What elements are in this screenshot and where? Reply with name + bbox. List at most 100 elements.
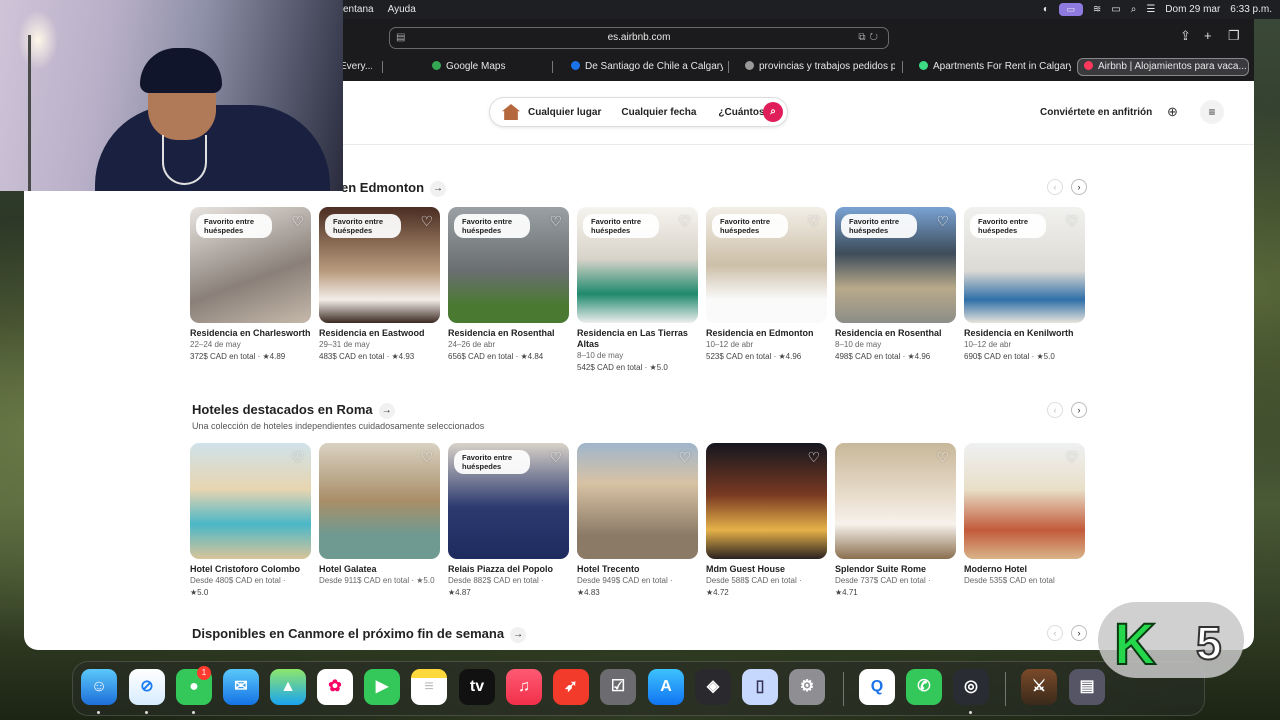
- control-center-icon[interactable]: ☰: [1146, 4, 1155, 15]
- listing-photo[interactable]: Favorito entre huéspedes ♡: [319, 207, 440, 323]
- davinci-icon[interactable]: ◈: [695, 669, 731, 705]
- appstore-icon[interactable]: A: [648, 669, 684, 705]
- search-any-date[interactable]: Cualquier fecha: [621, 107, 696, 118]
- prev-icon[interactable]: ‹: [1047, 625, 1063, 641]
- section-edmonton-title[interactable]: en Edmonton →: [341, 180, 447, 197]
- address-bar[interactable]: ▤ es.airbnb.com ⧉↻: [389, 27, 889, 49]
- simulator-icon[interactable]: ▯: [742, 669, 778, 705]
- search-bar[interactable]: Cualquier lugar Cualquier fecha ¿Cuántos…: [489, 97, 788, 127]
- wifi-icon[interactable]: ≋: [1093, 4, 1101, 15]
- prev-icon[interactable]: ‹: [1047, 402, 1063, 418]
- control-icon[interactable]: ◐: [1043, 4, 1049, 15]
- heart-icon[interactable]: ♡: [291, 213, 304, 230]
- url-text[interactable]: es.airbnb.com: [608, 32, 671, 43]
- share-icon[interactable]: ⇪: [1180, 28, 1191, 44]
- listing-photo[interactable]: ♡: [706, 443, 827, 559]
- listing-photo[interactable]: Favorito entre huéspedes ♡: [190, 207, 311, 323]
- search-icon[interactable]: ⌕: [763, 102, 783, 122]
- preferences-icon[interactable]: ☑: [600, 669, 636, 705]
- listing-card[interactable]: Favorito entre huéspedes ♡ Residencia en R…: [448, 207, 569, 363]
- maps-icon[interactable]: ▲: [270, 669, 306, 705]
- prev-icon[interactable]: ‹: [1047, 179, 1063, 195]
- tab-santiago-calgary[interactable]: De Santiago de Chile a Calgary |...: [571, 57, 723, 77]
- listing-photo[interactable]: ♡: [964, 443, 1085, 559]
- listing-photo[interactable]: Favorito entre huéspedes ♡: [448, 443, 569, 559]
- become-host-link[interactable]: Conviértete en anfitrión: [1040, 107, 1152, 118]
- mail-icon[interactable]: ✉: [223, 669, 259, 705]
- photos-icon[interactable]: ✿: [317, 669, 353, 705]
- listing-card[interactable]: ♡ Moderno Hotel Desde 535$ CAD en total: [964, 443, 1085, 587]
- heart-icon[interactable]: ♡: [678, 213, 691, 230]
- arrow-right-icon[interactable]: →: [430, 181, 447, 197]
- heart-icon[interactable]: ♡: [549, 213, 562, 230]
- listing-photo[interactable]: ♡: [577, 443, 698, 559]
- globe-icon[interactable]: ⊕: [1167, 104, 1178, 120]
- next-icon[interactable]: ›: [1071, 179, 1087, 195]
- tab-apartments[interactable]: Apartments For Rent in Calgary,...: [919, 57, 1071, 77]
- listing-card[interactable]: Favorito entre huéspedes ♡ Residencia en R…: [835, 207, 956, 363]
- heart-icon[interactable]: ♡: [936, 213, 949, 230]
- site-settings-icon[interactable]: ▤: [396, 28, 405, 48]
- heart-icon[interactable]: ♡: [549, 449, 562, 466]
- heart-icon[interactable]: ♡: [807, 449, 820, 466]
- search-anywhere[interactable]: Cualquier lugar: [528, 107, 601, 118]
- heart-icon[interactable]: ♡: [291, 449, 304, 466]
- quick-assist-icon[interactable]: Q: [859, 669, 895, 705]
- notes-icon[interactable]: ≡: [411, 669, 447, 705]
- listing-card[interactable]: ♡ Splendor Suite Rome Desde 737$ CAD en to…: [835, 443, 956, 599]
- next-icon[interactable]: ›: [1071, 402, 1087, 418]
- menu-item-ventana[interactable]: entana: [343, 4, 374, 15]
- phone-icon[interactable]: ✆: [906, 669, 942, 705]
- document-icon[interactable]: ▤: [1069, 669, 1105, 705]
- obs-icon[interactable]: ◎: [953, 669, 989, 705]
- listing-photo[interactable]: Favorito entre huéspedes ♡: [448, 207, 569, 323]
- listing-photo[interactable]: Favorito entre huéspedes ♡: [964, 207, 1085, 323]
- safari-icon[interactable]: ⊘: [129, 669, 165, 705]
- listing-photo[interactable]: ♡: [835, 443, 956, 559]
- reload-icon[interactable]: ⧉↻: [858, 28, 882, 48]
- listing-card[interactable]: Favorito entre huéspedes ♡ Residencia en E…: [319, 207, 440, 363]
- tab-airbnb[interactable]: Airbnb | Alojamientos para vaca...: [1077, 58, 1249, 76]
- heart-icon[interactable]: ♡: [420, 213, 433, 230]
- listing-card[interactable]: Favorito entre huéspedes ♡ Residencia en K…: [964, 207, 1085, 363]
- date-label[interactable]: Dom 29 mar: [1165, 4, 1220, 15]
- tab-every[interactable]: Every...: [340, 57, 372, 77]
- tab-provincias[interactable]: provincias y trabajos pedidos p...: [745, 57, 895, 77]
- heart-icon[interactable]: ♡: [807, 213, 820, 230]
- listing-card[interactable]: ♡ Hotel Cristoforo Colombo Desde 480$ CAD …: [190, 443, 311, 599]
- appletv-icon[interactable]: tv: [459, 669, 495, 705]
- facetime-icon[interactable]: ▶: [364, 669, 400, 705]
- screen-icon[interactable]: ▭: [1058, 3, 1083, 16]
- system-settings-icon[interactable]: ⚙: [789, 669, 825, 705]
- music-icon[interactable]: ♫: [506, 669, 542, 705]
- next-icon[interactable]: ›: [1071, 625, 1087, 641]
- heart-icon[interactable]: ♡: [1065, 449, 1078, 466]
- arrow-right-icon[interactable]: →: [378, 403, 395, 419]
- tab-overview-icon[interactable]: ❐: [1228, 28, 1240, 44]
- heart-icon[interactable]: ♡: [1065, 213, 1078, 230]
- listing-card[interactable]: Favorito entre huéspedes ♡ Residencia en L…: [577, 207, 698, 374]
- listing-photo[interactable]: ♡: [319, 443, 440, 559]
- heart-icon[interactable]: ♡: [678, 449, 691, 466]
- finder-icon[interactable]: ☺: [81, 669, 117, 705]
- time-label[interactable]: 6:33 p.m.: [1230, 4, 1272, 15]
- battery-icon[interactable]: ▭: [1111, 4, 1120, 15]
- age-of-empires-icon[interactable]: ⚔: [1021, 669, 1057, 705]
- arrow-right-icon[interactable]: →: [510, 627, 527, 643]
- heart-icon[interactable]: ♡: [420, 449, 433, 466]
- launchpad-icon[interactable]: ➶: [553, 669, 589, 705]
- menu-icon[interactable]: ≡: [1200, 100, 1224, 124]
- listing-photo[interactable]: Favorito entre huéspedes ♡: [835, 207, 956, 323]
- listing-card[interactable]: ♡ Hotel Trecento Desde 949$ CAD en total ·…: [577, 443, 698, 599]
- listing-card[interactable]: ♡ Mdm Guest House Desde 588$ CAD en total …: [706, 443, 827, 599]
- spotlight-icon[interactable]: ⌕: [1131, 4, 1137, 15]
- tab-google-maps[interactable]: Google Maps: [432, 57, 542, 77]
- listing-photo[interactable]: Favorito entre huéspedes ♡: [577, 207, 698, 323]
- listing-card[interactable]: Favorito entre huéspedes ♡ Residencia en C…: [190, 207, 311, 363]
- listing-card[interactable]: ♡ Hotel Galatea Desde 911$ CAD en total · …: [319, 443, 440, 587]
- new-tab-icon[interactable]: +: [1204, 28, 1212, 43]
- heart-icon[interactable]: ♡: [936, 449, 949, 466]
- listing-card[interactable]: Favorito entre huéspedes ♡ Residencia en E…: [706, 207, 827, 363]
- listing-photo[interactable]: Favorito entre huéspedes ♡: [706, 207, 827, 323]
- section-canmore-title[interactable]: Disponibles en Canmore el próximo fin de…: [192, 626, 527, 643]
